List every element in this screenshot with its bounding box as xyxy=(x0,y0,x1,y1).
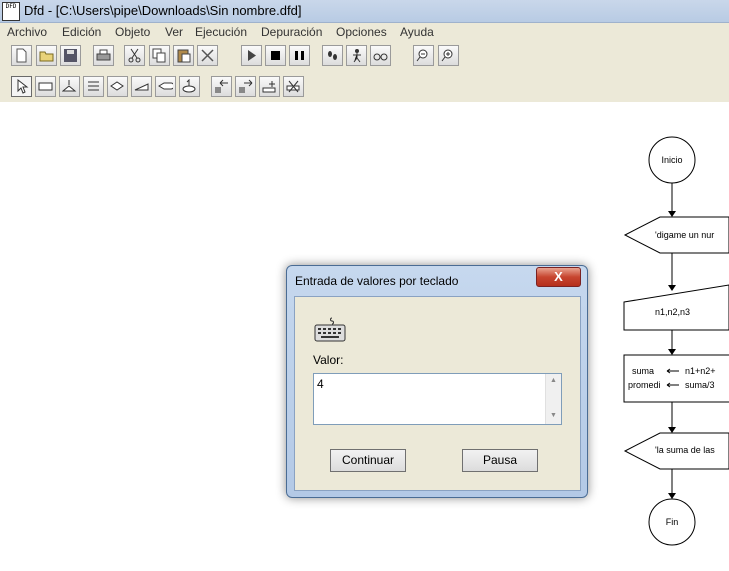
decision-button[interactable] xyxy=(107,76,128,97)
menu-depuracion[interactable]: Depuración xyxy=(261,25,322,39)
scroll-down-icon[interactable]: ▼ xyxy=(550,412,557,419)
insert-left-icon xyxy=(215,79,228,93)
menu-objeto[interactable]: Objeto xyxy=(115,25,150,39)
loop-button[interactable] xyxy=(83,76,104,97)
delete-icon xyxy=(201,49,214,62)
read-icon xyxy=(134,83,149,91)
menu-ejecucion[interactable]: Ejecución xyxy=(195,25,247,39)
save-button[interactable] xyxy=(60,45,81,66)
watch-button[interactable] xyxy=(370,45,391,66)
subprogram-button[interactable] xyxy=(179,76,200,97)
toolbars xyxy=(0,41,729,102)
title-bar: DFD Dfd - [C:\Users\pipe\Downloads\Sin n… xyxy=(0,0,729,23)
menu-bar: Archivo Edición Objeto Ver Ejecución Dep… xyxy=(0,23,729,41)
watch-icon xyxy=(373,53,388,61)
start-label: Inicio xyxy=(661,155,682,165)
print-button[interactable] xyxy=(93,45,114,66)
zoom-out-button[interactable] xyxy=(413,45,434,66)
menu-ayuda[interactable]: Ayuda xyxy=(400,25,434,39)
pointer-icon xyxy=(17,79,29,94)
write-button[interactable] xyxy=(155,76,176,97)
decision-icon xyxy=(110,81,124,91)
cut-button[interactable] xyxy=(124,45,145,66)
value-label: Valor: xyxy=(313,353,344,367)
new-icon xyxy=(16,48,27,63)
condition-icon xyxy=(62,80,77,92)
paste-button[interactable] xyxy=(173,45,194,66)
assign-var-1: suma xyxy=(632,366,654,376)
debug-run-button[interactable] xyxy=(346,45,367,66)
value-scrollbar[interactable]: ▲ ▼ xyxy=(545,374,561,424)
dialog-title: Entrada de valores por teclado xyxy=(295,274,459,288)
delete-button[interactable] xyxy=(197,45,218,66)
write-icon xyxy=(158,82,173,90)
insert-right-icon xyxy=(239,79,253,93)
assignment-button[interactable] xyxy=(35,76,56,97)
paste-icon xyxy=(177,49,191,63)
debug-run-icon xyxy=(353,49,361,63)
remove-param-button[interactable] xyxy=(283,76,304,97)
insert-param-button[interactable] xyxy=(259,76,280,97)
close-icon: X xyxy=(554,269,563,284)
output-1-label: 'digame un nur xyxy=(655,230,714,240)
open-button[interactable] xyxy=(36,45,57,66)
remove-param-icon xyxy=(286,80,300,93)
assign-value-2: suma/3 xyxy=(685,380,715,390)
loop-icon xyxy=(88,81,99,91)
keyboard-icon xyxy=(314,317,346,342)
copy-icon xyxy=(152,48,166,63)
zoom-in-icon xyxy=(441,49,453,62)
continue-button[interactable]: Continuar xyxy=(330,449,406,472)
value-input[interactable]: 4 ▲ ▼ xyxy=(313,373,562,425)
menu-edicion[interactable]: Edición xyxy=(62,25,101,39)
menu-ver[interactable]: Ver xyxy=(165,25,183,39)
step-button[interactable] xyxy=(322,45,343,66)
window-title: Dfd - [C:\Users\pipe\Downloads\Sin nombr… xyxy=(24,3,302,18)
run-button[interactable] xyxy=(241,45,262,66)
new-button[interactable] xyxy=(11,45,32,66)
input-dialog: Entrada de valores por teclado X Valor: … xyxy=(286,265,588,498)
pause-icon xyxy=(295,51,304,60)
insert-left-button[interactable] xyxy=(211,76,232,97)
condition-button[interactable] xyxy=(59,76,80,97)
save-icon xyxy=(64,49,77,62)
dialog-close-button[interactable]: X xyxy=(536,267,581,287)
assign-value-1: n1+n2+ xyxy=(685,366,716,376)
open-icon xyxy=(39,51,54,62)
subprogram-icon xyxy=(182,79,196,93)
read-button[interactable] xyxy=(131,76,152,97)
output-2-label: 'la suma de las xyxy=(655,445,715,455)
assign-var-2: promedi xyxy=(628,380,661,390)
scroll-up-icon[interactable]: ▲ xyxy=(550,377,557,384)
stop-button[interactable] xyxy=(265,45,286,66)
value-text: 4 xyxy=(317,377,324,391)
menu-opciones[interactable]: Opciones xyxy=(336,25,387,39)
assignment-node[interactable] xyxy=(623,354,729,403)
assignment-icon xyxy=(38,82,53,91)
print-icon xyxy=(96,49,111,61)
app-icon[interactable]: DFD xyxy=(2,2,20,21)
end-label: Fin xyxy=(666,517,679,527)
run-icon xyxy=(248,50,256,61)
pointer-button[interactable] xyxy=(11,76,32,97)
input-label: n1,n2,n3 xyxy=(655,307,690,317)
pause-dialog-button[interactable]: Pausa xyxy=(462,449,538,472)
stop-icon xyxy=(271,51,280,60)
step-icon xyxy=(328,51,337,60)
zoom-out-icon xyxy=(416,49,428,62)
copy-button[interactable] xyxy=(149,45,170,66)
pause-button[interactable] xyxy=(289,45,310,66)
cut-icon xyxy=(128,48,141,63)
menu-archivo[interactable]: Archivo xyxy=(7,25,47,39)
app-icon-text: DFD xyxy=(5,3,17,10)
insert-right-button[interactable] xyxy=(235,76,256,97)
insert-param-icon xyxy=(262,81,276,93)
zoom-in-button[interactable] xyxy=(438,45,459,66)
